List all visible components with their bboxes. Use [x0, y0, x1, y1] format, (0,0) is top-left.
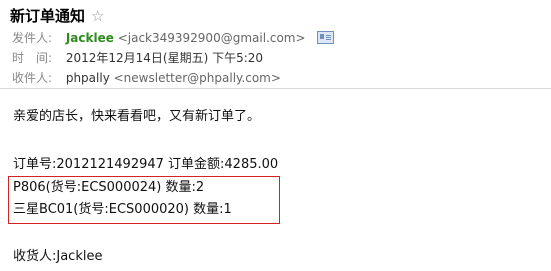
star-icon[interactable]: ☆ [91, 6, 104, 26]
sender-row: 发件人: Jacklee <jack349392900@gmail.com> [12, 29, 335, 47]
recipient-label: 收件人: [12, 71, 53, 85]
email-header: 新订单通知 ☆ 发件人: Jacklee <jack349392900@gmai… [0, 0, 551, 89]
recipient-address: <newsletter@phpally.com> [113, 71, 281, 85]
contact-card-icon[interactable] [317, 31, 335, 44]
order-item: 三星BC01(货号:ECS000020) 数量:1 [13, 202, 232, 217]
recipient-name[interactable]: phpally [66, 71, 110, 85]
order-summary: 订单号:2012121492947 订单金额:4285.00 [13, 157, 279, 172]
email-subject: 新订单通知 [10, 7, 86, 25]
recipient-row: 收件人: phpally <newsletter@phpally.com> [12, 69, 281, 87]
sender-label: 发件人: [12, 31, 53, 45]
consignee-text: 收货人:Jacklee [13, 249, 103, 264]
sender-address: <jack349392900@gmail.com> [117, 31, 306, 45]
time-value: 2012年12月14日(星期五) 下午5:20 [65, 51, 264, 65]
time-label: 时 间: [12, 51, 53, 65]
order-item: P806(货号:ECS000024) 数量:2 [13, 180, 205, 195]
time-row: 时 间: 2012年12月14日(星期五) 下午5:20 [12, 49, 263, 67]
header-divider [0, 88, 551, 89]
greeting-text: 亲爱的店长，快来看看吧，又有新订单了。 [13, 109, 261, 124]
sender-name[interactable]: Jacklee [66, 31, 114, 45]
